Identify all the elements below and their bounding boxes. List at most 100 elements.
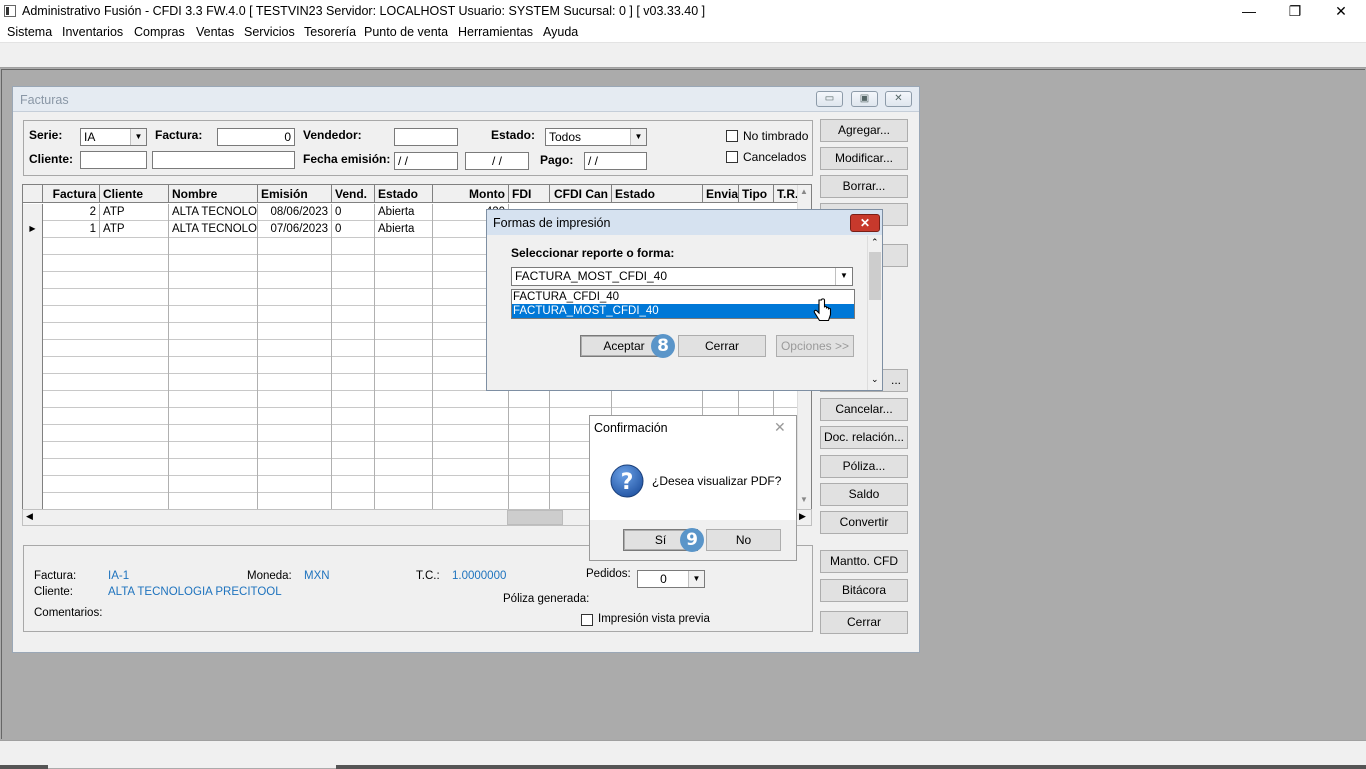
menu-punto-de-venta[interactable]: Punto de venta <box>364 25 448 39</box>
chevron-up-icon[interactable]: ▲ <box>800 187 808 196</box>
step-badge: 9 <box>680 528 704 552</box>
empty-cell <box>332 425 375 442</box>
empty-cell <box>375 238 433 255</box>
chevron-down-icon[interactable]: ⌄ <box>871 374 879 385</box>
empty-cell <box>375 340 433 357</box>
empty-cell <box>169 238 258 255</box>
confirmacion-dialog: Confirmación ✕ ? ¿Desea visualizar PDF? … <box>589 415 797 561</box>
empty-cell <box>258 323 332 340</box>
close-icon[interactable]: ✕ <box>774 419 786 436</box>
forma-options-list[interactable]: FACTURA_CFDI_40 FACTURA_MOST_CFDI_40 <box>511 289 855 319</box>
estado-select[interactable]: Todos ▼ <box>545 128 647 146</box>
close-icon[interactable]: ✕ <box>885 91 912 107</box>
cerrar-button[interactable]: Cerrar <box>820 611 908 634</box>
borrar-button[interactable]: Borrar... <box>820 175 908 198</box>
menu-inventarios[interactable]: Inventarios <box>62 25 123 39</box>
col-estado[interactable]: Estado <box>375 185 433 203</box>
close-window-button[interactable]: ✕ <box>1318 0 1364 23</box>
factura-info-value: IA-1 <box>108 570 130 582</box>
col-fdi[interactable]: FDI <box>509 185 550 203</box>
doc-relacion-button[interactable]: Doc. relación... <box>820 426 908 449</box>
chevron-left-icon[interactable]: ◀ <box>26 511 33 522</box>
pedidos-select[interactable]: 0 ▼ <box>637 570 705 588</box>
menu-ayuda[interactable]: Ayuda <box>543 25 578 39</box>
formas-vertical-scrollbar[interactable]: ⌃ ⌄ <box>867 236 882 390</box>
empty-cell <box>332 408 375 425</box>
agregar-button[interactable]: Agregar... <box>820 119 908 142</box>
bitacora-button[interactable]: Bitácora <box>820 579 908 602</box>
col-estado-2[interactable]: Estado <box>612 185 703 203</box>
menu-servicios[interactable]: Servicios <box>244 25 295 39</box>
col-cliente[interactable]: Cliente <box>100 185 169 203</box>
mantto-cfd-button[interactable]: Mantto. CFD <box>820 550 908 573</box>
empty-cell <box>258 459 332 476</box>
no-timbrado-checkbox[interactable] <box>726 130 738 142</box>
modificar-button[interactable]: Modificar... <box>820 147 908 170</box>
convertir-button[interactable]: Convertir <box>820 511 908 534</box>
scroll-thumb[interactable] <box>507 510 563 525</box>
cancelar-button[interactable]: Cancelar... <box>820 398 908 421</box>
no-button[interactable]: No <box>706 529 781 551</box>
forma-select[interactable]: FACTURA_MOST_CFDI_40 ▼ <box>511 267 853 286</box>
cliente-label: Cliente: <box>29 152 74 166</box>
factura-info-label: Factura: <box>34 570 77 582</box>
empty-cell <box>332 289 375 306</box>
col-envia[interactable]: Envia <box>703 185 739 203</box>
empty-cell <box>375 425 433 442</box>
serie-select[interactable]: IA ▼ <box>80 128 147 146</box>
impresion-vista-previa-checkbox[interactable] <box>581 614 593 626</box>
menu-compras[interactable]: Compras <box>134 25 185 39</box>
cerrar-dialog-button[interactable]: Cerrar <box>678 335 766 357</box>
restore-button[interactable]: ❐ <box>1272 0 1318 23</box>
poliza-button[interactable]: Póliza... <box>820 455 908 478</box>
list-item[interactable]: FACTURA_CFDI_40 <box>512 290 854 304</box>
chevron-up-icon[interactable]: ⌃ <box>871 237 879 248</box>
empty-cell <box>509 476 550 493</box>
vendedor-input[interactable] <box>394 128 458 146</box>
col-factura[interactable]: Factura <box>43 185 100 203</box>
list-item-selected[interactable]: FACTURA_MOST_CFDI_40 <box>512 304 854 318</box>
col-monto[interactable]: Monto <box>433 185 509 203</box>
fecha-hasta-input[interactable]: / / <box>465 152 529 170</box>
chevron-right-icon[interactable]: ▶ <box>799 511 806 522</box>
minimize-button[interactable]: — <box>1226 0 1272 23</box>
cliente-name-input[interactable] <box>152 151 295 169</box>
factura-input[interactable]: 0 <box>217 128 295 146</box>
scroll-thumb[interactable] <box>869 252 881 300</box>
title-bar: Administrativo Fusión - CFDI 3.3 FW.4.0 … <box>0 0 1366 23</box>
col-tipo[interactable]: Tipo <box>739 185 774 203</box>
empty-cell <box>258 272 332 289</box>
col-vend[interactable]: Vend. <box>332 185 375 203</box>
empty-cell <box>375 255 433 272</box>
close-icon[interactable]: ✕ <box>850 214 880 232</box>
empty-cell <box>550 391 612 408</box>
minimize-icon[interactable]: ▭ <box>816 91 843 107</box>
col-cfdi-can[interactable]: CFDI Can <box>550 185 612 203</box>
empty-cell <box>100 238 169 255</box>
filter-group: Serie: IA ▼ Factura: 0 Vendedor: Estado: … <box>23 120 813 176</box>
menu-herramientas[interactable]: Herramientas <box>458 25 533 39</box>
fecha-desde-input[interactable]: / / <box>394 152 458 170</box>
cell-cliente: ATP <box>100 221 169 238</box>
empty-table-row[interactable] <box>23 391 811 408</box>
pago-input[interactable]: / / <box>584 152 647 170</box>
menu-tesoreria[interactable]: Tesorería <box>304 25 356 39</box>
chevron-down-icon[interactable]: ▼ <box>800 495 808 504</box>
cell-nombre: ALTA TECNOLOG <box>169 204 258 221</box>
status-segment <box>0 765 48 769</box>
col-nombre[interactable]: Nombre <box>169 185 258 203</box>
col-tr[interactable]: T.R. <box>774 185 798 203</box>
empty-cell <box>258 238 332 255</box>
maximize-icon[interactable]: ▣ <box>851 91 878 107</box>
estado-value: Todos <box>549 130 582 144</box>
menu-sistema[interactable]: Sistema <box>7 25 52 39</box>
cliente-code-input[interactable] <box>80 151 147 169</box>
row-indicator <box>23 272 43 289</box>
empty-cell <box>509 391 550 408</box>
cell-emision: 07/06/2023 <box>258 221 332 238</box>
cancelados-checkbox[interactable] <box>726 151 738 163</box>
col-emision[interactable]: Emisión <box>258 185 332 203</box>
saldo-button[interactable]: Saldo <box>820 483 908 506</box>
menu-ventas[interactable]: Ventas <box>196 25 234 39</box>
empty-cell <box>258 476 332 493</box>
